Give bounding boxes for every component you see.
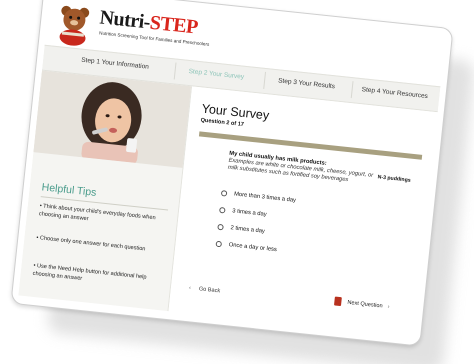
radio-button[interactable] — [215, 240, 223, 248]
answer-option-label: Once a day or less — [228, 242, 278, 254]
answer-option[interactable]: 2 times a day — [217, 223, 266, 235]
tip-item: • Choose only one answer for each questi… — [36, 234, 146, 253]
go-back-button[interactable]: ‹ Go Back — [189, 285, 221, 294]
step-divider — [263, 71, 267, 89]
answer-option[interactable]: 3 times a day — [219, 206, 267, 218]
child-photo — [33, 70, 192, 168]
step-tab-1[interactable]: Step 1 Your Information — [81, 57, 149, 71]
chevron-left-icon: ‹ — [188, 285, 192, 292]
next-question-button[interactable]: Next Question › — [333, 296, 390, 311]
radio-button[interactable] — [217, 223, 224, 231]
step-tab-2[interactable]: Step 2 Your Survey — [188, 68, 244, 81]
bear-mascot-icon — [59, 5, 90, 46]
question-block: My child usually has milk products: Exam… — [227, 151, 414, 191]
radio-button[interactable] — [219, 206, 226, 214]
chevron-right-icon: › — [387, 303, 390, 310]
bookmark-icon — [333, 296, 342, 307]
scene: Nutri-STEP Nutrition Screening Tool for … — [0, 0, 474, 364]
answer-option-label: More than 3 times a day — [233, 191, 297, 204]
step-divider — [173, 62, 177, 80]
survey-panel: Your Survey Question 2 of 17 My child us… — [168, 86, 438, 337]
tablet-device: Nutri-STEP Nutrition Screening Tool for … — [10, 0, 454, 347]
step-tab-4[interactable]: Step 4 Your Resources — [361, 86, 428, 100]
answer-option[interactable]: More than 3 times a day — [220, 190, 297, 204]
child-eating-image — [33, 70, 192, 168]
step-tab-3[interactable]: Step 3 Your Results — [278, 77, 336, 90]
radio-button[interactable] — [220, 190, 228, 197]
go-back-label: Go Back — [198, 286, 221, 295]
next-question-label: Next Question — [347, 299, 383, 309]
logo-step: STEP — [148, 11, 199, 39]
answer-option-label: 3 times a day — [231, 208, 267, 218]
logo-nutri: Nutri — [98, 6, 145, 33]
answer-option[interactable]: Once a day or less — [215, 240, 278, 254]
answer-option-label: 2 times a day — [230, 225, 266, 235]
tip-item: • Use the Need Help button for additiona… — [32, 262, 147, 282]
step-divider — [350, 81, 354, 99]
app-screen: Nutri-STEP Nutrition Screening Tool for … — [18, 0, 446, 339]
tips-sidebar: Helpful Tips • Think about your child's … — [18, 70, 193, 312]
